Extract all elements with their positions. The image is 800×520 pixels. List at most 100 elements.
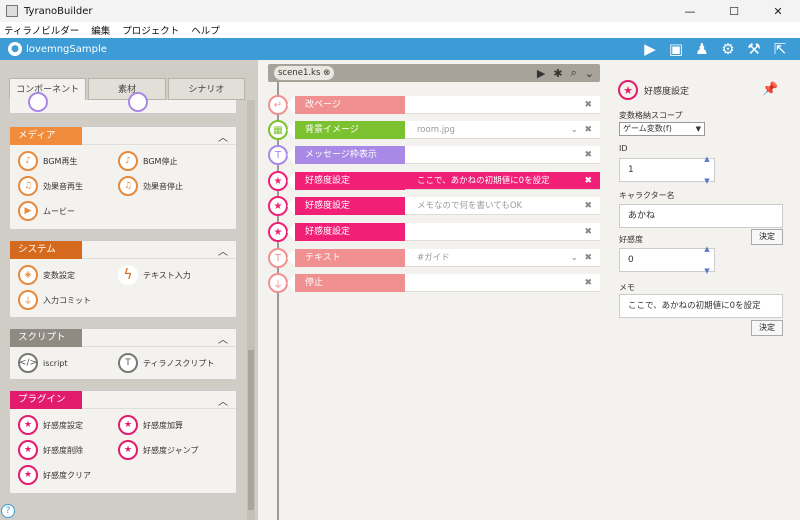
decide-character-button[interactable]: 決定 [751, 229, 783, 245]
id-spinner[interactable]: ▲ ▼ [700, 155, 714, 185]
component-label: ティラノスクリプト [143, 358, 215, 368]
component-movie[interactable]: ▶ ムービー [18, 201, 75, 221]
project-switcher[interactable]: ● lovemngSample [8, 42, 107, 56]
tab-scenario[interactable]: シナリオ [167, 78, 245, 100]
variable-icon: ◈ [18, 265, 38, 285]
delete-icon[interactable]: ✖ [584, 274, 592, 292]
minimize-button[interactable]: — [668, 0, 712, 22]
id-field[interactable]: 1 ▲ ▼ [619, 155, 715, 185]
maximize-button[interactable]: ☐ [712, 0, 756, 22]
component-affinity-jump[interactable]: ★ 好感度ジャンプ [118, 440, 198, 460]
component-affinity-delete[interactable]: ★ 好感度削除 [18, 440, 83, 460]
category-media: メディア ︿ ♪ BGM再生 ♪ BGM停止 ♫ 効果音再生 ♫ 効果音停止 ▶ ムービー [9, 126, 237, 230]
bug-icon[interactable]: ✱ [553, 67, 562, 80]
component-tyranoscript[interactable]: T ティラノスクリプト [118, 353, 214, 373]
row-value[interactable]: メモなので何を書いてもOK ✖ [405, 197, 600, 215]
scene-row[interactable]: ★ 好感度設定 ✖ [268, 222, 600, 242]
component-iscript[interactable]: </> iscript [18, 353, 68, 373]
app-icon [6, 5, 18, 17]
component-se-stop[interactable]: ♫ 効果音停止 [118, 176, 183, 196]
delete-icon[interactable]: ✖ [584, 172, 592, 190]
play-icon[interactable]: ▶ [640, 39, 660, 59]
delete-icon[interactable]: ✖ [584, 223, 592, 241]
menu-edit[interactable]: 編集 [91, 23, 110, 37]
delete-icon[interactable]: ✖ [584, 121, 592, 139]
row-value[interactable]: ✖ [405, 223, 600, 241]
component-affinity-add[interactable]: ★ 好感度加算 [118, 415, 183, 435]
character-field[interactable]: あかね [619, 204, 783, 228]
left-scrollbar[interactable] [247, 100, 255, 520]
component-label: 好感度設定 [43, 420, 83, 430]
save-icon[interactable]: ▣ [666, 39, 686, 59]
scene-row[interactable]: ★ 好感度設定 メモなので何を書いてもOK ✖ [268, 196, 600, 216]
row-value[interactable]: room.jpg ⌄ ✖ [405, 121, 600, 139]
component-variable[interactable]: ◈ 変数設定 [18, 265, 75, 285]
component-input-commit[interactable]: ⏚ 入力コミット [18, 290, 91, 310]
chevron-down-icon[interactable]: ⌄ [570, 121, 578, 139]
component-affinity-set[interactable]: ★ 好感度設定 [18, 415, 83, 435]
help-icon[interactable]: ? [1, 504, 15, 518]
scene-row-selected[interactable]: ★ 好感度設定 ここで、あかねの初期値に0を設定 ✖ [268, 171, 600, 191]
tab-materials[interactable]: 素材 [88, 78, 166, 100]
component-affinity-clear[interactable]: ★ 好感度クリア [18, 465, 91, 485]
scene-row[interactable]: ↵ 改ページ ✖ [268, 95, 600, 115]
dropdown-arrow-icon: ▼ [695, 125, 701, 133]
collapse-icon[interactable]: ︿ [218, 243, 228, 258]
collapse-icon[interactable]: ︿ [218, 129, 228, 144]
row-value[interactable]: ✖ [405, 96, 600, 114]
scrollbar-thumb[interactable] [248, 350, 254, 510]
search-icon[interactable]: ⌕ [571, 66, 577, 80]
scene-row[interactable]: T テキスト #ガイド ⌄ ✖ [268, 248, 600, 268]
users-icon[interactable]: ♟ [692, 39, 712, 59]
component-label: 入力コミット [43, 295, 91, 305]
category-plugin-label: プラグイン [10, 391, 82, 409]
component-text-input[interactable]: ϟ テキスト入力 [118, 265, 191, 285]
share-icon[interactable]: ⇱ [770, 39, 790, 59]
scope-select[interactable]: ゲーム変数(f) ▼ [619, 122, 705, 136]
scene-row[interactable]: T メッセージ枠表示 ✖ [268, 145, 600, 165]
affinity-spinner[interactable]: ▲ ▼ [700, 245, 714, 275]
row-value[interactable]: #ガイド ⌄ ✖ [405, 249, 600, 267]
component-label: BGM再生 [43, 156, 78, 166]
delete-icon[interactable]: ✖ [584, 249, 592, 267]
affinity-field[interactable]: 0 ▲ ▼ [619, 245, 715, 275]
chevron-down-icon[interactable]: ⌄ [585, 67, 594, 80]
gear-icon[interactable]: ⚙ [718, 39, 738, 59]
category-prev-partial [9, 92, 237, 114]
scene-tab[interactable]: scene1.ks ⊗ [274, 66, 335, 80]
component-bgm-stop[interactable]: ♪ BGM停止 [118, 151, 177, 171]
music-icon: ♪ [18, 151, 38, 171]
collapse-icon[interactable]: ︿ [218, 331, 228, 346]
pin-icon[interactable]: 📌 [762, 82, 778, 97]
row-value-text: ここで、あかねの初期値に0を設定 [417, 176, 550, 186]
properties-title: 好感度設定 [644, 86, 690, 97]
music-stop-icon: ♪ [118, 151, 138, 171]
component-label: iscript [43, 358, 68, 368]
menu-project[interactable]: プロジェクト [122, 23, 179, 37]
memo-field[interactable]: ここで、あかねの初期値に0を設定 [619, 294, 783, 318]
row-value[interactable]: ✖ [405, 146, 600, 164]
menu-tyranobuilder[interactable]: ティラノビルダー [4, 23, 79, 37]
row-value[interactable]: ここで、あかねの初期値に0を設定 ✖ [405, 172, 600, 190]
component-bgm-play[interactable]: ♪ BGM再生 [18, 151, 77, 171]
component-se-play[interactable]: ♫ 効果音再生 [18, 176, 83, 196]
delete-icon[interactable]: ✖ [584, 197, 592, 215]
row-value[interactable]: ✖ [405, 274, 600, 292]
partial-icon[interactable] [128, 92, 148, 112]
delete-icon[interactable]: ✖ [584, 146, 592, 164]
close-button[interactable]: ✕ [756, 0, 800, 22]
delete-icon[interactable]: ✖ [584, 96, 592, 114]
collapse-icon[interactable]: ︿ [218, 393, 228, 408]
star-icon: ★ [118, 440, 138, 460]
star-icon: ★ [618, 80, 638, 100]
hammer-icon[interactable]: ⚒ [744, 39, 764, 59]
scene-row[interactable]: ⏚ 停止 ✖ [268, 273, 600, 293]
menu-help[interactable]: ヘルプ [191, 23, 220, 37]
chevron-down-icon[interactable]: ⌄ [570, 249, 578, 267]
partial-icon[interactable] [28, 92, 48, 112]
component-panel: コンポーネント 素材 シナリオ メディア ︿ ♪ BGM再生 ♪ BGM停止 ♫ 効果音… [0, 60, 257, 520]
decide-memo-button[interactable]: 決定 [751, 320, 783, 336]
scene-row[interactable]: ▦ 背景イメージ room.jpg ⌄ ✖ [268, 120, 600, 140]
play-scene-icon[interactable]: ▶ [537, 67, 545, 80]
category-system: システム ︿ ◈ 変数設定 ϟ テキスト入力 ⏚ 入力コミット [9, 240, 237, 318]
